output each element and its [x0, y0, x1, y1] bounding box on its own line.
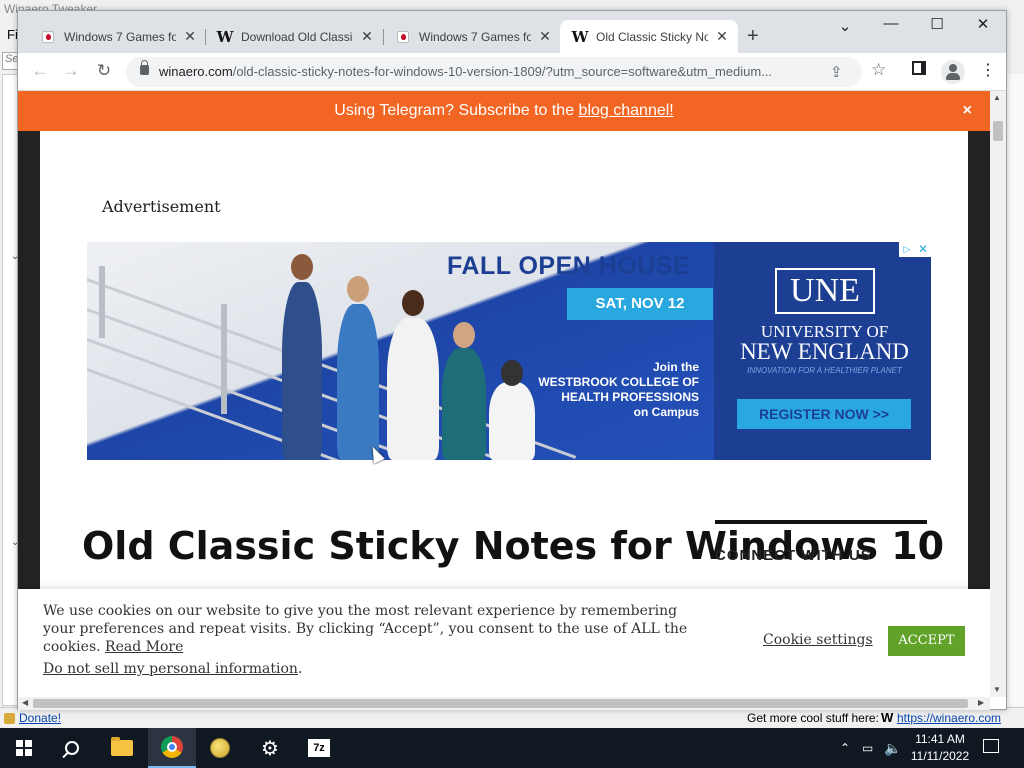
share-icon[interactable]: ⇪ — [830, 63, 843, 81]
minimize-button[interactable]: — — [876, 15, 906, 32]
card-icon — [395, 29, 411, 45]
telegram-banner: Using Telegram? Subscribe to the blog ch… — [18, 91, 990, 131]
bookmark-star-icon[interactable]: ☆ — [871, 60, 886, 80]
scroll-up-icon[interactable]: ▲ — [993, 93, 1001, 102]
tab-search-button[interactable]: ⌄ — [830, 17, 860, 35]
tab-title: Old Classic Sticky Notes — [596, 29, 708, 44]
cookie-settings-link[interactable]: Cookie settings — [763, 632, 873, 648]
winaero-link[interactable]: https://winaero.com — [897, 711, 1001, 725]
taskbar-7zip[interactable]: 7z — [295, 728, 343, 768]
donate-link[interactable]: Donate! — [19, 711, 61, 725]
winaero-w-icon: W — [216, 27, 234, 46]
scroll-thumb[interactable] — [33, 699, 968, 708]
back-button[interactable]: ← — [28, 61, 52, 81]
scroll-left-icon[interactable]: ◀ — [22, 698, 28, 707]
chevron-up-icon[interactable]: ⌃ — [840, 741, 850, 755]
tray-overflow-button[interactable]: ⌃ — [840, 728, 850, 768]
tab-title: Windows 7 Games for Windows 10 — [419, 29, 531, 44]
donate-icon — [4, 713, 15, 724]
blog-channel-link[interactable]: blog channel! — [579, 102, 674, 119]
do-not-sell-text: Do not sell my personal information. — [43, 661, 303, 677]
url-text[interactable]: winaero.com/old-classic-sticky-notes-for… — [159, 64, 829, 79]
taskbar: ⚙ 7z ⌃ ▭ 🔈 11:41 AM 11/11/2022 — [0, 728, 1024, 768]
windows-logo-icon — [16, 740, 32, 756]
notification-icon[interactable] — [983, 739, 999, 753]
une-logo: UNE — [775, 268, 875, 314]
tab-windows7-games-2[interactable]: Windows 7 Games for Windows 10 ✕ — [373, 20, 553, 53]
folder-icon — [111, 737, 133, 756]
card-icon — [40, 29, 56, 45]
winaero-w-icon: W — [881, 710, 894, 725]
do-not-sell-link[interactable]: Do not sell my personal information — [43, 661, 298, 677]
page-viewport: Using Telegram? Subscribe to the blog ch… — [18, 91, 990, 697]
chrome-icon — [161, 736, 183, 758]
winaero-w-icon: W — [571, 27, 589, 46]
volume-icon[interactable]: 🔈 — [884, 728, 901, 768]
ad-headline: FALL OPEN HOUSE — [447, 252, 691, 280]
close-icon[interactable]: ✕ — [714, 28, 730, 45]
tab-strip: Windows 7 Games for Windows 10 ✕ W Downl… — [18, 11, 1006, 53]
scroll-down-icon[interactable]: ▼ — [993, 685, 1001, 694]
tab-download-sticky-notes[interactable]: W Download Old Classic Sticky Notes ✕ — [195, 20, 375, 53]
accept-button[interactable]: ACCEPT — [888, 626, 965, 656]
reload-button[interactable]: ↻ — [92, 61, 116, 81]
taskbar-settings[interactable]: ⚙ — [246, 728, 294, 768]
lock-icon[interactable] — [140, 60, 149, 75]
7zip-icon: 7z — [308, 739, 330, 757]
clock[interactable]: 11:41 AM 11/11/2022 — [905, 731, 975, 765]
taskbar-chrome[interactable] — [148, 728, 196, 768]
ad-join-text: Join the WESTBROOK COLLEGE OF HEALTH PRO… — [538, 360, 699, 419]
status-text: Get more cool stuff here: — [747, 711, 879, 725]
register-now-button[interactable]: REGISTER NOW >> — [737, 399, 911, 429]
banner-text: Using Telegram? Subscribe to the — [334, 102, 579, 119]
horizontal-scrollbar[interactable]: ◀ ▶ — [18, 697, 990, 710]
side-panel-icon[interactable] — [912, 61, 926, 75]
scroll-right-icon[interactable]: ▶ — [978, 698, 984, 707]
sidebar-heading: CONNECT WITH US — [715, 547, 872, 564]
read-more-link[interactable]: Read More — [105, 639, 183, 655]
background-app-tree[interactable]: ⌄ ⌄ — [2, 74, 19, 706]
banner-close-button[interactable]: × — [963, 91, 972, 131]
ad-date: SAT, NOV 12 — [567, 288, 713, 320]
clock-date: 11/11/2022 — [910, 749, 970, 763]
sidebar-divider — [715, 520, 927, 524]
search-icon — [65, 741, 79, 755]
browser-toolbar: ← → ↻ winaero.com/old-classic-sticky-not… — [18, 53, 1006, 91]
profile-avatar[interactable] — [941, 60, 965, 84]
tab-windows7-games-1[interactable]: Windows 7 Games for Windows 10 ✕ — [18, 20, 198, 53]
ad-close-icon[interactable]: ✕ — [915, 242, 931, 257]
network-icon[interactable]: ▭ — [862, 728, 873, 768]
vertical-scrollbar[interactable]: ▲ ▼ — [990, 91, 1006, 697]
ad-label: Advertisement — [102, 197, 221, 216]
gear-icon: ⚙ — [261, 737, 279, 760]
tab-title: Windows 7 Games for Windows 10 — [64, 29, 176, 44]
start-button[interactable] — [0, 728, 48, 768]
tab-sticky-notes-active[interactable]: W Old Classic Sticky Notes ✕ — [560, 20, 738, 53]
address-bar[interactable]: winaero.com/old-classic-sticky-notes-for… — [126, 57, 862, 87]
scroll-thumb[interactable] — [993, 121, 1003, 141]
cookie-consent-bar: We use cookies on our website to give yo… — [18, 589, 990, 697]
winaero-tweaker-icon — [210, 738, 230, 758]
ad-university-name: UNIVERSITY OF NEW ENGLAND — [740, 322, 909, 364]
clock-time: 11:41 AM — [915, 732, 965, 746]
forward-button[interactable]: → — [59, 61, 83, 81]
background-app-panel — [1006, 74, 1024, 706]
search-button[interactable] — [48, 728, 96, 768]
background-app-statusbar: Donate! Get more cool stuff here: W http… — [0, 707, 1024, 728]
close-icon[interactable]: ✕ — [537, 28, 553, 45]
advertisement-banner[interactable]: FALL OPEN HOUSE SAT, NOV 12 Join the WES… — [87, 242, 931, 460]
taskbar-file-explorer[interactable] — [98, 728, 146, 768]
adchoices-icon[interactable]: ▷ — [899, 242, 915, 257]
tab-title: Download Old Classic Sticky Notes — [241, 29, 353, 44]
taskbar-winaero-tweaker[interactable] — [196, 728, 244, 768]
cookie-text: We use cookies on our website to give yo… — [43, 603, 688, 655]
maximize-button[interactable]: ☐ — [922, 15, 952, 33]
close-window-button[interactable]: ✕ — [968, 15, 998, 33]
browser-window: Windows 7 Games for Windows 10 ✕ W Downl… — [17, 10, 1007, 710]
new-tab-button[interactable]: + — [747, 25, 759, 48]
ad-tagline: INNOVATION FOR A HEALTHIER PLANET — [747, 366, 902, 375]
menu-kebab-icon[interactable]: ⋮ — [980, 60, 996, 80]
